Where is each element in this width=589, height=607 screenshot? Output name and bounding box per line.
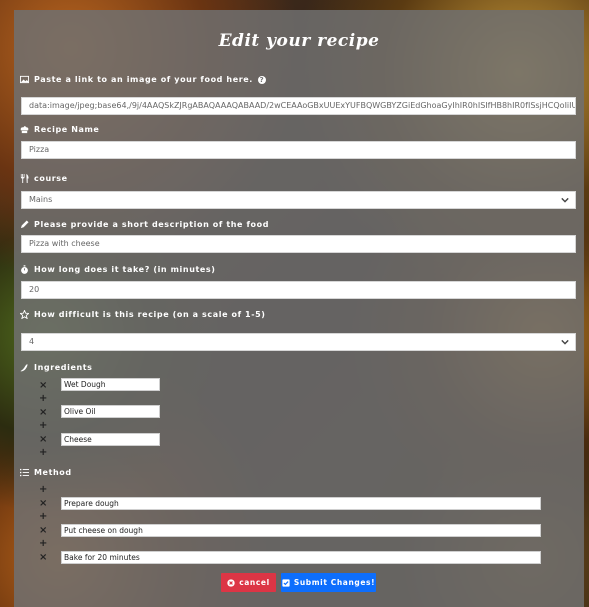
difficulty-label-text: How difficult is this recipe (on a scale… xyxy=(34,310,266,319)
time-label: How long does it take? (in minutes) xyxy=(20,265,216,274)
image-link-label-text: Paste a link to an image of your food he… xyxy=(34,75,253,84)
method-step-input[interactable]: Prepare dough xyxy=(61,497,541,510)
pepper-icon xyxy=(20,363,28,372)
remove-ingredient-icon[interactable]: × xyxy=(39,381,47,391)
remove-step-icon[interactable]: × xyxy=(39,526,47,536)
method-label: Method xyxy=(20,468,72,477)
time-label-text: How long does it take? (in minutes) xyxy=(34,265,216,274)
course-select[interactable]: Mains xyxy=(21,191,576,209)
course-label-text: course xyxy=(34,174,68,183)
method-label-text: Method xyxy=(34,468,72,477)
recipe-name-input[interactable]: Pizza xyxy=(21,141,576,159)
remove-step-icon[interactable]: × xyxy=(39,553,47,563)
image-link-input[interactable]: data:image/jpeg;base64,/9j/4AAQSkZJRgABA… xyxy=(21,97,576,115)
utensils-icon xyxy=(20,174,29,183)
ingredients-label: Ingredients xyxy=(20,363,93,372)
remove-ingredient-icon[interactable]: × xyxy=(39,408,47,418)
image-icon xyxy=(20,75,29,84)
recipe-name-label-text: Recipe Name xyxy=(34,125,100,134)
pen-icon xyxy=(20,220,29,229)
cancel-button-label: cancel xyxy=(239,578,270,587)
description-label: Please provide a short description of th… xyxy=(20,220,269,229)
course-label: course xyxy=(20,174,68,183)
remove-step-icon[interactable]: × xyxy=(39,499,47,509)
cancel-button[interactable]: cancel xyxy=(221,573,276,592)
check-square-icon xyxy=(282,578,290,587)
method-step-input[interactable]: Bake for 20 minutes xyxy=(61,551,541,564)
help-icon[interactable]: ? xyxy=(257,75,266,84)
remove-ingredient-icon[interactable]: × xyxy=(39,435,47,445)
chevron-down-icon xyxy=(561,339,569,345)
stopwatch-icon xyxy=(21,265,28,274)
page-title: Edit your recipe xyxy=(218,31,380,51)
course-select-value: Mains xyxy=(29,195,53,204)
add-step-icon[interactable]: + xyxy=(39,485,47,495)
image-link-label: Paste a link to an image of your food he… xyxy=(20,75,266,84)
add-step-icon[interactable]: + xyxy=(39,539,47,549)
difficulty-label: How difficult is this recipe (on a scale… xyxy=(20,310,266,319)
edit-recipe-panel: Edit your recipe Paste a link to an imag… xyxy=(14,10,584,607)
method-step-input[interactable]: Put cheese on dough xyxy=(61,524,541,537)
star-icon xyxy=(20,310,29,319)
chef-hat-icon xyxy=(20,126,29,134)
submit-button-label: Submit Changes! xyxy=(293,578,376,587)
list-icon xyxy=(20,468,29,477)
times-circle-icon xyxy=(227,578,235,587)
add-ingredient-icon[interactable]: + xyxy=(39,394,47,404)
submit-changes-button[interactable]: Submit Changes! xyxy=(281,573,376,592)
ingredient-input[interactable]: Olive Oil xyxy=(61,405,160,418)
ingredient-input[interactable]: Cheese xyxy=(61,433,160,446)
add-step-icon[interactable]: + xyxy=(39,512,47,522)
difficulty-select-value: 4 xyxy=(29,337,35,346)
add-ingredient-icon[interactable]: + xyxy=(39,448,47,458)
ingredient-input[interactable]: Wet Dough xyxy=(61,378,160,391)
time-input[interactable]: 20 xyxy=(21,281,576,299)
add-ingredient-icon[interactable]: + xyxy=(39,421,47,431)
description-label-text: Please provide a short description of th… xyxy=(34,220,270,229)
difficulty-select[interactable]: 4 xyxy=(21,333,576,351)
recipe-name-label: Recipe Name xyxy=(20,125,99,134)
ingredients-label-text: Ingredients xyxy=(34,363,93,372)
description-input[interactable]: Pizza with cheese xyxy=(21,235,576,253)
chevron-down-icon xyxy=(561,197,569,203)
